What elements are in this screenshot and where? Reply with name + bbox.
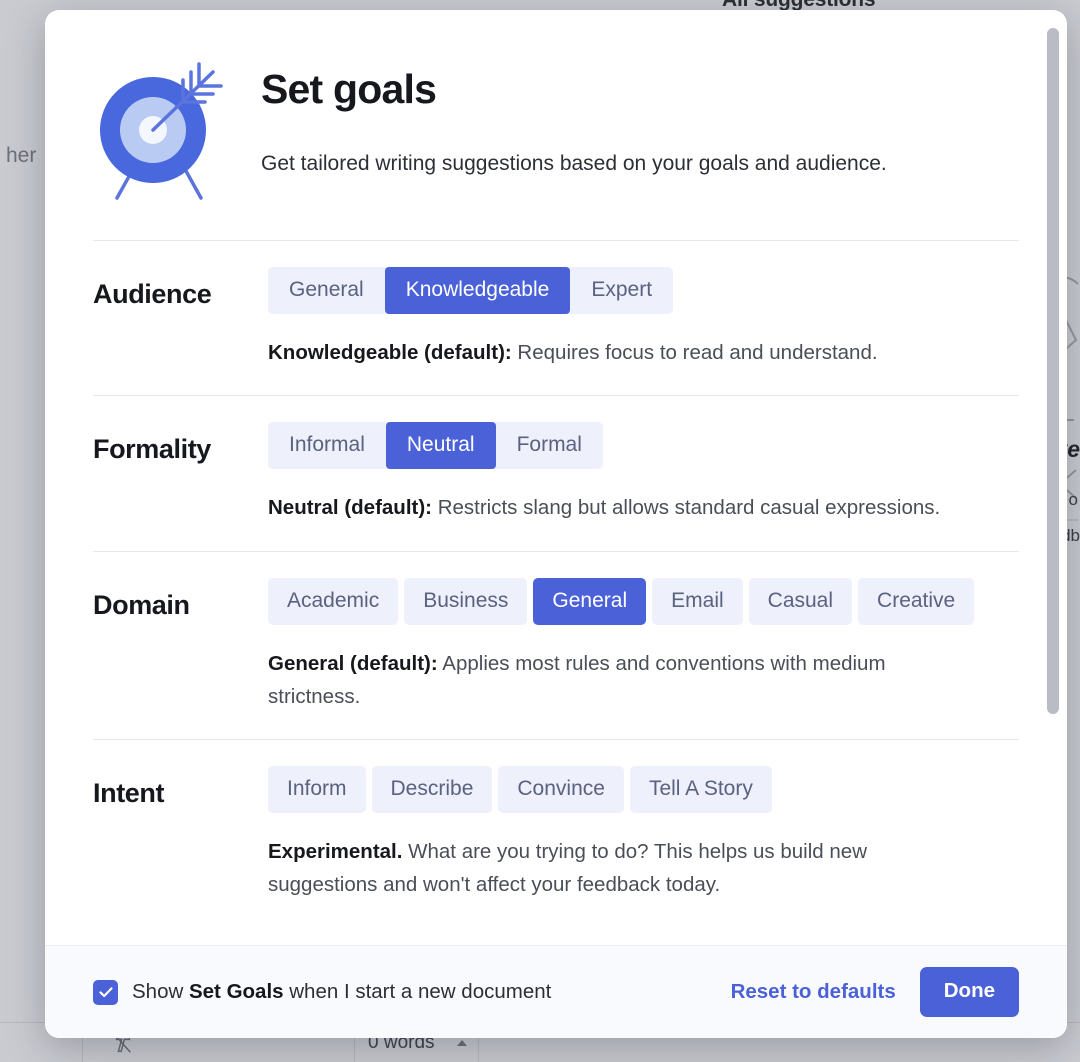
segmented-control-audience: General Knowledgeable Expert xyxy=(268,267,674,315)
chevron-up-icon[interactable] xyxy=(457,1040,467,1046)
option-domain-academic[interactable]: Academic xyxy=(268,577,399,625)
document-text-fragment: her xyxy=(6,144,37,167)
section-body-formality: Informal Neutral Formal Neutral (default): … xyxy=(268,422,1019,524)
description-formality: Neutral (default): Restricts slang but a… xyxy=(268,491,968,524)
section-audience: Audience General Knowledgeable Expert Knowle… xyxy=(93,241,1019,395)
section-domain: Domain Academic Business General Email Casual… xyxy=(93,552,1019,740)
pill-group-intent: Inform Describe Convince Tell A Story xyxy=(268,766,1019,814)
option-audience-expert[interactable]: Expert xyxy=(570,267,673,314)
dialog-title: Set goals xyxy=(261,66,437,112)
section-body-domain: Academic Business General Email Casual Creati… xyxy=(268,577,1019,714)
description-bold-audience: Knowledgeable (default): xyxy=(268,341,512,365)
checkbox-label-post: when I start a new document xyxy=(283,980,552,1003)
dialog-scrollbar-thumb[interactable] xyxy=(1047,28,1059,714)
option-domain-general[interactable]: General xyxy=(533,577,647,625)
dialog-footer: Show Set Goals when I start a new docume… xyxy=(45,945,1067,1038)
option-intent-tell-a-story[interactable]: Tell A Story xyxy=(629,766,772,814)
section-body-intent: Inform Describe Convince Tell A Story Experi… xyxy=(268,766,1019,902)
option-domain-business[interactable]: Business xyxy=(404,577,528,625)
option-formality-formal[interactable]: Formal xyxy=(496,422,603,469)
show-set-goals-label: Show Set Goals when I start a new docume… xyxy=(132,980,551,1004)
option-formality-informal[interactable]: Informal xyxy=(268,422,386,469)
dialog-header: Set goals Get tailored writing suggestio… xyxy=(93,10,1019,240)
option-intent-inform[interactable]: Inform xyxy=(268,766,366,814)
section-label-intent: Intent xyxy=(93,778,165,809)
background-text-fragment-o: o xyxy=(1068,490,1078,509)
description-bold-intent: Experimental. xyxy=(268,840,403,864)
section-label-audience: Audience xyxy=(93,279,212,309)
pill-group-domain: Academic Business General Email Casual Creati… xyxy=(268,577,1019,625)
checkbox-checked-icon[interactable] xyxy=(93,979,118,1005)
option-formality-neutral[interactable]: Neutral xyxy=(385,422,496,470)
checkbox-label-bold: Set Goals xyxy=(188,980,284,1003)
section-formality: Formality Informal Neutral Formal Neutral (d… xyxy=(93,396,1019,550)
option-domain-email[interactable]: Email xyxy=(652,577,743,625)
description-bold-formality: Neutral (default): xyxy=(268,496,432,520)
dialog-scroll-area: Set goals Get tailored writing suggestio… xyxy=(45,10,1067,945)
option-audience-knowledgeable[interactable]: Knowledgeable xyxy=(384,267,571,315)
section-label-formality: Formality xyxy=(93,434,211,465)
show-set-goals-checkbox[interactable]: Show Set Goals when I start a new docume… xyxy=(93,979,551,1005)
description-rest-formality: Restricts slang but allows standard casu… xyxy=(432,496,941,520)
section-body-audience: General Knowledgeable Expert Knowledgeable … xyxy=(268,267,1019,369)
option-domain-casual[interactable]: Casual xyxy=(748,577,853,625)
description-intent: Experimental. What are you trying to do?… xyxy=(268,835,968,901)
option-domain-creative[interactable]: Creative xyxy=(858,577,975,625)
section-label-domain: Domain xyxy=(93,589,190,620)
checkbox-label-pre: Show xyxy=(132,980,189,1003)
description-bold-domain: General (default): xyxy=(268,651,438,675)
option-intent-convince[interactable]: Convince xyxy=(498,766,624,814)
option-audience-general[interactable]: General xyxy=(268,267,385,314)
reset-to-defaults-link[interactable]: Reset to defaults xyxy=(731,980,896,1004)
segmented-control-formality: Informal Neutral Formal xyxy=(268,422,603,470)
goal-sections: Audience General Knowledgeable Expert Knowle… xyxy=(93,241,1019,928)
description-rest-audience: Requires focus to read and understand. xyxy=(511,341,878,365)
description-domain: General (default): Applies most rules an… xyxy=(268,647,968,713)
option-intent-describe[interactable]: Describe xyxy=(371,766,493,814)
section-intent: Intent Inform Describe Convince Tell A Story… xyxy=(93,740,1019,928)
done-button[interactable]: Done xyxy=(919,966,1019,1018)
dialog-subtitle: Get tailored writing suggestions based o… xyxy=(261,152,887,176)
set-goals-dialog: Set goals Get tailored writing suggestio… xyxy=(45,10,1067,1038)
target-with-arrow-icon xyxy=(100,62,223,200)
dialog-scrollbar-track[interactable] xyxy=(1047,28,1059,928)
description-audience: Knowledgeable (default): Requires focus … xyxy=(268,336,968,369)
